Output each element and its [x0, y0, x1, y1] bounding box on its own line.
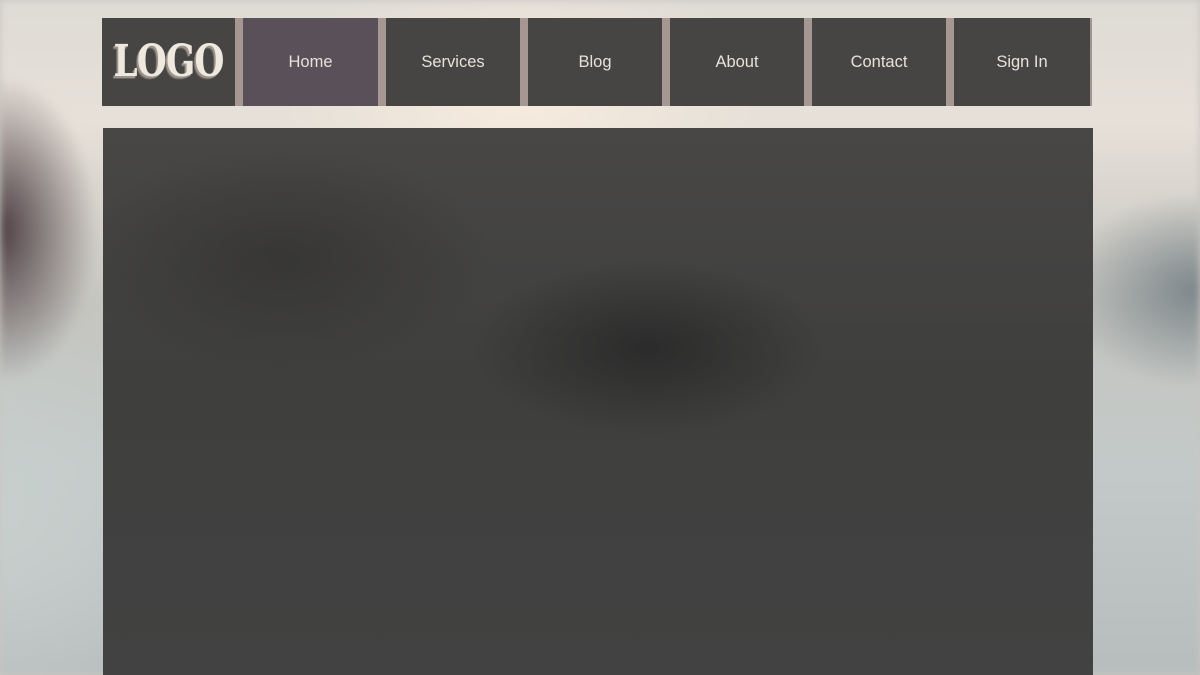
content-panel	[103, 128, 1093, 675]
nav-item-sign-in[interactable]: Sign In	[954, 18, 1090, 106]
nav-divider	[378, 18, 386, 106]
nav-divider	[946, 18, 954, 106]
nav-divider	[235, 18, 243, 106]
nav-divider	[662, 18, 670, 106]
nav-item-services[interactable]: Services	[386, 18, 520, 106]
nav-item-contact[interactable]: Contact	[812, 18, 946, 106]
nav-divider	[520, 18, 528, 106]
logo: LOGO	[113, 36, 224, 87]
nav-item-about[interactable]: About	[670, 18, 804, 106]
nav-item-home[interactable]: Home	[243, 18, 378, 106]
nav-divider	[804, 18, 812, 106]
logo-link[interactable]: LOGO	[102, 18, 235, 106]
nav-item-blog[interactable]: Blog	[528, 18, 662, 106]
top-navigation: LOGO Home Services Blog About Contact Si…	[102, 18, 1092, 106]
